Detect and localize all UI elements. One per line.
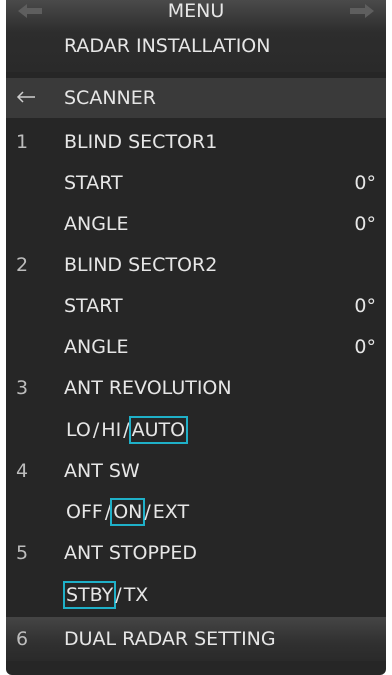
- item-label: ANT STOPPED: [64, 542, 198, 564]
- option-stby-selected[interactable]: STBY: [62, 581, 117, 609]
- blind-sector1-start[interactable]: START 0°: [6, 163, 386, 203]
- item-number: 6: [16, 628, 29, 650]
- item-number: 2: [16, 254, 29, 276]
- item-number: 5: [16, 542, 29, 564]
- menu-panel: MENU RADAR INSTALLATION SCANNER 1 BLIND …: [6, 0, 386, 675]
- ant-revolution-options: LO / HI / AUTO: [64, 416, 189, 444]
- arrow-right-icon[interactable]: [350, 3, 374, 19]
- option-lo[interactable]: LO: [64, 417, 93, 443]
- item-number: 3: [16, 377, 29, 399]
- option-off[interactable]: OFF: [64, 499, 105, 525]
- item-label: BLIND SECTOR2: [64, 254, 218, 276]
- option-ext[interactable]: EXT: [151, 499, 191, 525]
- start-value[interactable]: 0°: [354, 293, 376, 319]
- ant-stopped-options: STBY / TX: [62, 581, 151, 609]
- menu-item-dual-radar-setting[interactable]: 6 DUAL RADAR SETTING: [6, 617, 386, 661]
- angle-value[interactable]: 0°: [354, 334, 376, 360]
- blind-sector2-start[interactable]: START 0°: [6, 286, 386, 326]
- blind-sector2-angle[interactable]: ANGLE 0°: [6, 327, 386, 367]
- menu-item-ant-stopped[interactable]: 5 ANT STOPPED: [6, 533, 386, 573]
- scanner-header[interactable]: SCANNER: [6, 78, 386, 118]
- start-value[interactable]: 0°: [354, 170, 376, 196]
- blind-sector1-angle[interactable]: ANGLE 0°: [6, 204, 386, 244]
- option-on-selected[interactable]: ON: [110, 498, 146, 526]
- item-number: 4: [16, 460, 29, 482]
- item-label: ANT REVOLUTION: [64, 377, 232, 399]
- item-number: 1: [16, 131, 29, 153]
- menu-title: MENU: [167, 0, 225, 22]
- ant-sw-options: OFF / ON / EXT: [64, 498, 191, 526]
- start-label: START: [64, 172, 123, 194]
- angle-label: ANGLE: [64, 336, 129, 358]
- angle-label: ANGLE: [64, 213, 129, 235]
- option-auto-selected[interactable]: AUTO: [128, 416, 189, 444]
- back-arrow-icon[interactable]: [16, 88, 36, 106]
- menu-item-blind-sector1[interactable]: 1 BLIND SECTOR1: [6, 122, 386, 162]
- item-label: ANT SW: [64, 460, 140, 482]
- menu-title-bar: MENU RADAR INSTALLATION: [6, 0, 386, 72]
- item-label: DUAL RADAR SETTING: [64, 628, 276, 650]
- menu-item-blind-sector2[interactable]: 2 BLIND SECTOR2: [6, 245, 386, 285]
- menu-item-ant-sw[interactable]: 4 ANT SW: [6, 451, 386, 491]
- menu-item-ant-revolution[interactable]: 3 ANT REVOLUTION: [6, 368, 386, 408]
- menu-subtitle: RADAR INSTALLATION: [64, 35, 271, 57]
- scanner-label: SCANNER: [64, 87, 156, 109]
- item-label: BLIND SECTOR1: [64, 131, 218, 153]
- option-tx[interactable]: TX: [122, 582, 151, 608]
- angle-value[interactable]: 0°: [354, 211, 376, 237]
- option-hi[interactable]: HI: [99, 417, 123, 443]
- start-label: START: [64, 295, 123, 317]
